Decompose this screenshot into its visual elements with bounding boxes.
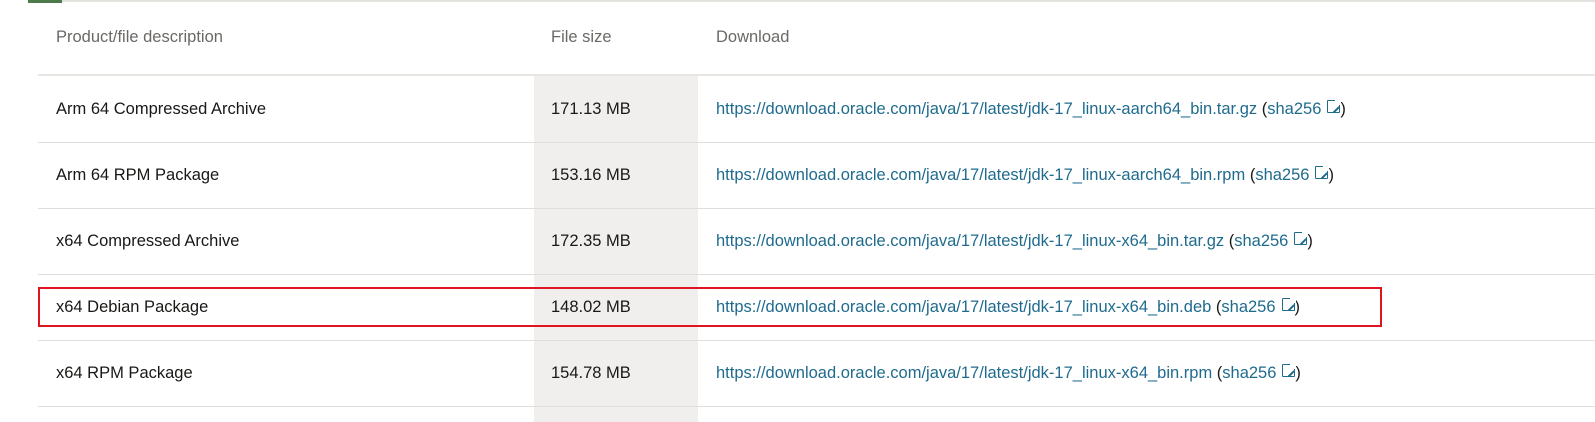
external-link-icon (1281, 297, 1296, 311)
external-link-icon (1282, 363, 1297, 377)
table-row: x64 Compressed Archive 172.35 MB https:/… (38, 208, 1595, 275)
download-link[interactable]: https://download.oracle.com/java/17/late… (716, 298, 1211, 316)
download-cell: https://download.oracle.com/java/17/late… (698, 75, 1595, 143)
download-cell: https://download.oracle.com/java/17/late… (698, 142, 1595, 209)
file-description: Arm 64 RPM Package (38, 142, 534, 209)
sha256-link[interactable]: sha256 (1255, 165, 1330, 184)
header-description: Product/file description (38, 0, 534, 76)
file-description: Arm 64 Compressed Archive (38, 75, 534, 143)
header-download: Download (698, 0, 1595, 76)
download-cell: https://download.oracle.com/java/17/late… (698, 274, 1595, 341)
file-description: x64 RPM Package (38, 340, 534, 407)
download-link[interactable]: https://download.oracle.com/java/17/late… (716, 232, 1224, 250)
downloads-table: Product/file description File size Downl… (38, 0, 1595, 407)
download-cell: https://download.oracle.com/java/17/late… (698, 208, 1595, 275)
table-row: x64 RPM Package 154.78 MB https://downlo… (38, 340, 1595, 407)
external-link-icon (1327, 98, 1342, 113)
file-size: 171.13 MB (534, 75, 698, 143)
external-link-icon (1294, 231, 1309, 245)
download-link[interactable]: https://download.oracle.com/java/17/late… (716, 100, 1257, 118)
file-description: x64 Debian Package (38, 274, 534, 341)
download-cell: https://download.oracle.com/java/17/late… (698, 340, 1595, 407)
download-link[interactable]: https://download.oracle.com/java/17/late… (716, 364, 1212, 382)
file-size: 154.78 MB (534, 340, 698, 407)
file-size: 172.35 MB (534, 208, 698, 275)
table-header: Product/file description File size Downl… (38, 0, 1595, 76)
file-size: 148.02 MB (534, 274, 698, 341)
sha256-link[interactable]: sha256 (1267, 98, 1342, 118)
table-row: Arm 64 RPM Package 153.16 MB https://dow… (38, 142, 1595, 209)
sha256-link[interactable]: sha256 (1234, 231, 1309, 250)
sha256-link[interactable]: sha256 (1222, 363, 1297, 382)
header-file-size: File size (534, 0, 698, 76)
external-link-icon (1315, 165, 1330, 179)
download-link[interactable]: https://download.oracle.com/java/17/late… (716, 166, 1245, 184)
file-size: 153.16 MB (534, 142, 698, 209)
table-row: Arm 64 Compressed Archive 171.13 MB http… (38, 75, 1595, 143)
table-row: x64 Debian Package 148.02 MB https://dow… (38, 274, 1595, 341)
file-description: x64 Compressed Archive (38, 208, 534, 275)
sha256-link[interactable]: sha256 (1221, 297, 1296, 316)
